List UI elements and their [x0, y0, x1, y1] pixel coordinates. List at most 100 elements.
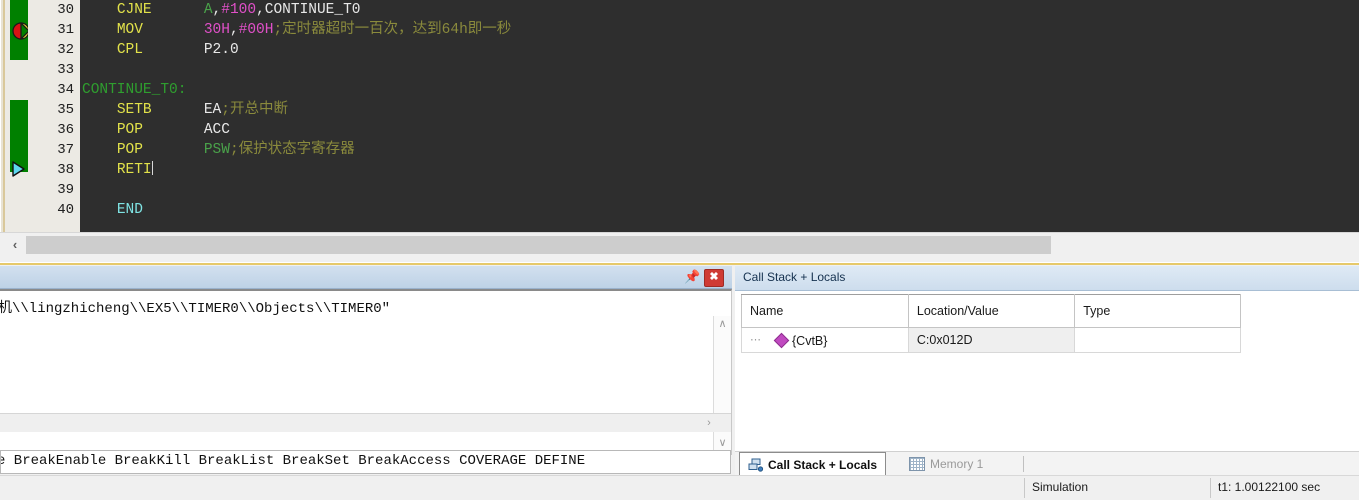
- row-name-label: {CvtB}: [792, 333, 828, 348]
- call-stack-titlebar: Call Stack + Locals: [735, 266, 1359, 291]
- scroll-left-icon[interactable]: ‹: [6, 234, 24, 255]
- line-number-gutter: 30 31 32 33 34 35 36 37 38 39 40: [28, 0, 80, 232]
- code-line[interactable]: SETB EA;开总中断: [80, 100, 1359, 120]
- code-token: ,: [212, 2, 222, 18]
- code-token: ,: [229, 22, 239, 38]
- code-token: CJNE: [116, 2, 152, 18]
- code-line[interactable]: [80, 60, 1359, 80]
- line-number: 35: [57, 102, 74, 118]
- line-number: 36: [57, 122, 74, 138]
- code-token: P2.0: [203, 42, 239, 58]
- call-stack-panel: Call Stack + Locals Name Location/Value …: [735, 266, 1359, 474]
- line-number: 38: [57, 162, 74, 178]
- table-header-row: Name Location/Value Type: [741, 294, 1241, 328]
- chevron-right-icon[interactable]: ›: [701, 414, 717, 432]
- code-token: SETB: [116, 102, 152, 118]
- code-token: CONTINUE_T0:: [82, 82, 187, 98]
- code-line[interactable]: CJNE A,#100,CONTINUE_T0: [80, 0, 1359, 20]
- cell-name[interactable]: ⋯ {CvtB}: [741, 327, 909, 353]
- code-token: A: [203, 2, 213, 18]
- bottom-tab-strip[interactable]: Call Stack + Locals Memory 1: [735, 451, 1359, 477]
- code-editor[interactable]: 30 31 32 33 34 35 36 37 38 39 40 CJNE A,#100,CONTI…: [0, 0, 1359, 232]
- code-token: POP: [116, 142, 143, 158]
- code-line[interactable]: CONTINUE_T0:: [80, 80, 1359, 100]
- code-token: PSW: [203, 142, 230, 158]
- line-number: 33: [57, 62, 74, 78]
- line-number: 39: [57, 182, 74, 198]
- cell-type[interactable]: [1074, 327, 1241, 353]
- code-token: EA: [203, 102, 222, 118]
- scrollbar-thumb[interactable]: [26, 236, 1051, 254]
- close-icon[interactable]: ✖: [704, 269, 724, 287]
- line-number: 31: [57, 22, 74, 38]
- chevron-up-icon[interactable]: ∧: [714, 316, 731, 333]
- editor-gutter[interactable]: [5, 0, 33, 232]
- build-output-panel: 📌 ✖ 机\\lingzhicheng\\EX5\\TIMER0\\Object…: [0, 266, 732, 474]
- code-token: 30H: [203, 22, 230, 38]
- build-output-titlebar: 📌 ✖: [0, 266, 732, 289]
- code-line[interactable]: RETI: [80, 160, 1359, 180]
- editor-horizontal-scrollbar[interactable]: ‹: [0, 232, 1359, 257]
- call-stack-table[interactable]: Name Location/Value Type ⋯ {CvtB} C:0x012…: [741, 294, 1241, 353]
- table-row[interactable]: ⋯ {CvtB} C:0x012D: [741, 327, 1241, 353]
- status-timer: t1: 1.00122100 sec: [1218, 480, 1321, 494]
- tree-connector-icon: ⋯: [750, 333, 762, 346]
- line-number: 30: [57, 2, 74, 18]
- code-token: ;保护状态字寄存器: [229, 142, 355, 158]
- code-line[interactable]: MOV 30H,#00H;定时器超时一百次，达到64h即一秒: [80, 20, 1359, 40]
- tab-separator: [1023, 456, 1024, 472]
- code-token: ;定时器超时一百次，达到64h即一秒: [273, 22, 512, 38]
- build-output-text: 机\\lingzhicheng\\EX5\\TIMER0\\Objects\\T…: [0, 301, 391, 317]
- code-token: ;开总中断: [221, 102, 288, 118]
- current-statement-arrow: [10, 160, 28, 178]
- code-token: CONTINUE_T0: [264, 2, 361, 18]
- tab-call-stack-locals[interactable]: Call Stack + Locals: [739, 452, 887, 477]
- column-header-name[interactable]: Name: [741, 294, 909, 328]
- function-diamond-icon: [773, 332, 790, 348]
- build-output-horizontal-scrollbar[interactable]: ›: [0, 413, 731, 432]
- build-output-vertical-scrollbar[interactable]: ∧ ∨: [713, 316, 731, 454]
- code-line[interactable]: [80, 180, 1359, 200]
- line-number: 34: [57, 82, 74, 98]
- cell-location[interactable]: C:0x012D: [907, 327, 1076, 353]
- code-token: MOV: [116, 22, 143, 38]
- tab-label: Memory 1: [930, 457, 984, 471]
- status-simulation-mode: Simulation: [1032, 480, 1089, 494]
- column-header-type[interactable]: Type: [1074, 294, 1241, 328]
- line-number: 40: [57, 202, 74, 218]
- tab-memory-1[interactable]: Memory 1: [901, 452, 991, 476]
- code-line[interactable]: POP PSW;保护状态字寄存器: [80, 140, 1359, 160]
- code-token: ,: [256, 2, 265, 18]
- code-text-area[interactable]: CJNE A,#100,CONTINUE_T0 MOV 30H,#00H;定时器…: [80, 0, 1359, 232]
- build-output-body[interactable]: 机\\lingzhicheng\\EX5\\TIMER0\\Objects\\T…: [0, 289, 732, 455]
- code-token: RETI: [116, 162, 152, 178]
- code-line[interactable]: CPL P2.0: [80, 40, 1359, 60]
- column-header-location[interactable]: Location/Value: [907, 294, 1076, 328]
- code-line[interactable]: END: [80, 200, 1359, 220]
- code-token: CPL: [116, 42, 143, 58]
- code-line[interactable]: POP ACC: [80, 120, 1359, 140]
- code-token: ACC: [203, 122, 230, 138]
- command-input-text: e BreakEnable BreakKill BreakList BreakS…: [0, 453, 586, 469]
- code-token: POP: [116, 122, 143, 138]
- pin-icon[interactable]: 📌: [684, 269, 700, 285]
- call-stack-icon: [748, 458, 764, 472]
- line-number: 37: [57, 142, 74, 158]
- line-number: 32: [57, 42, 74, 58]
- editor-bottom-rule: [0, 262, 1359, 265]
- command-input-bar[interactable]: e BreakEnable BreakKill BreakList BreakS…: [0, 450, 731, 474]
